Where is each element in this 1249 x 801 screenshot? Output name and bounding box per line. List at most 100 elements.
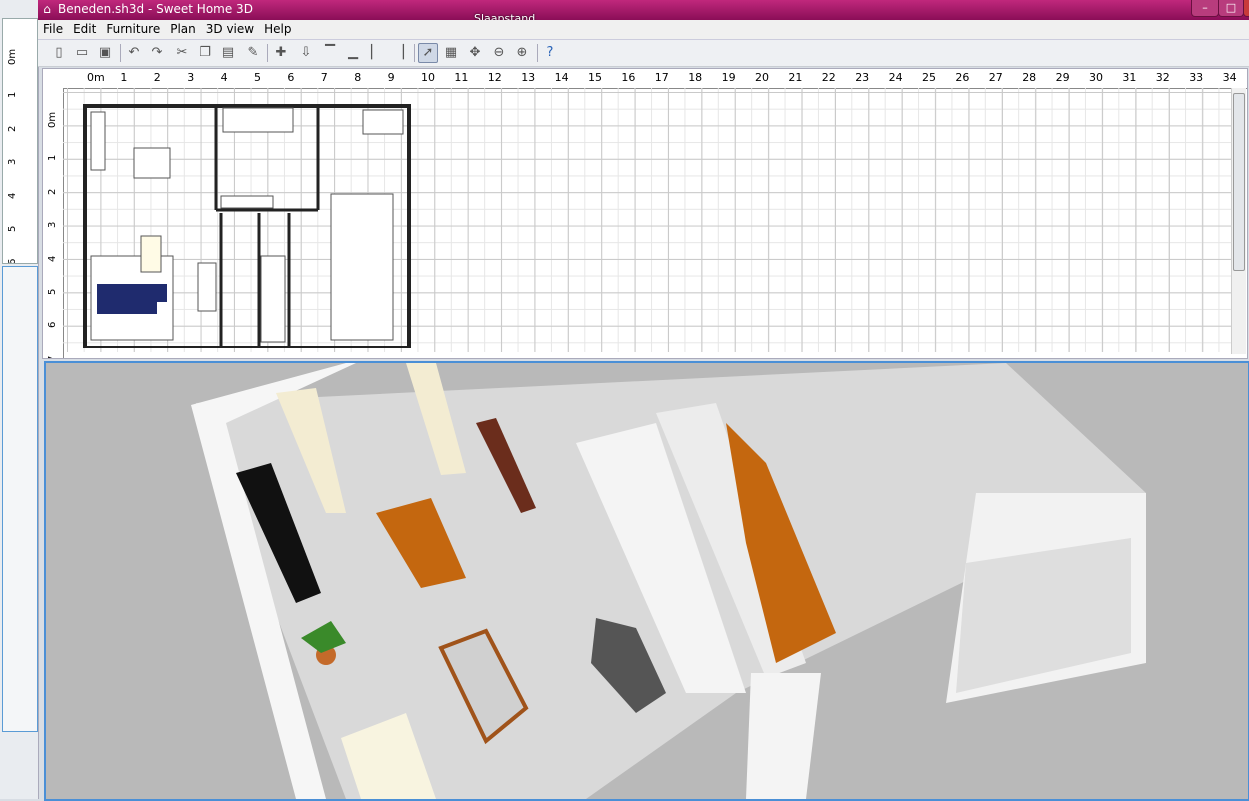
h-ruler-label: 14 xyxy=(554,71,569,84)
close-button[interactable]: ✕ xyxy=(1243,0,1249,17)
v-ruler-label: 6 xyxy=(47,322,58,329)
v-ruler-label: 7 xyxy=(47,355,58,359)
h-ruler-label: 32 xyxy=(1155,71,1170,84)
h-ruler-label: 33 xyxy=(1189,71,1204,84)
align-bottom-icon[interactable]: ▁ xyxy=(344,44,362,62)
align-left-icon[interactable]: ▏ xyxy=(367,44,385,62)
plan-grid[interactable] xyxy=(63,88,1231,352)
vertical-ruler: 0m 1 2 3 4 5 6 7 xyxy=(43,88,64,358)
title-bar[interactable]: ⌂ Beneden.sh3d - Sweet Home 3D Slaapstan… xyxy=(38,0,1249,25)
h-ruler-label: 7 xyxy=(320,71,328,84)
v-ruler-label: 4 xyxy=(47,255,58,262)
new-icon[interactable]: ▯ xyxy=(50,44,68,62)
plan-vertical-scrollbar[interactable] xyxy=(1231,88,1246,354)
h-ruler-label: 8 xyxy=(354,71,362,84)
h-ruler-label: 31 xyxy=(1122,71,1137,84)
h-ruler-label: 2 xyxy=(153,71,161,84)
h-ruler-label: 9 xyxy=(387,71,395,84)
undo-icon[interactable]: ↶ xyxy=(125,44,143,62)
zoom-in-icon[interactable]: ⊕ xyxy=(513,44,531,62)
3d-view[interactable] xyxy=(44,361,1249,801)
align-right-icon[interactable]: ▕ xyxy=(390,44,408,62)
h-ruler-label: 5 xyxy=(254,71,261,84)
app-icon[interactable]: ⌂ xyxy=(40,2,54,16)
menu-edit[interactable]: Edit xyxy=(68,20,101,36)
v-ruler-label: 2 xyxy=(47,188,58,195)
kitchen-counter-shape[interactable] xyxy=(220,195,274,209)
v-ruler-label: 5 xyxy=(47,288,58,295)
save-icon[interactable]: ▣ xyxy=(96,44,114,62)
pan-icon[interactable]: ✥ xyxy=(466,44,484,62)
minimize-button[interactable]: – xyxy=(1191,0,1219,17)
h-ruler-label: 12 xyxy=(487,71,502,84)
h-ruler-label: 0m xyxy=(87,71,105,84)
menu-file[interactable]: File xyxy=(38,20,68,36)
v-ruler-label: 3 xyxy=(47,221,58,229)
h-ruler-label: 6 xyxy=(287,71,295,84)
copy-icon[interactable]: ❐ xyxy=(196,44,214,62)
zoom-out-icon[interactable]: ⊖ xyxy=(490,44,508,62)
left-ruler-label: 1 xyxy=(7,92,18,99)
help-icon[interactable]: ? xyxy=(541,44,559,62)
plan-view[interactable]: 0m 1 2 3 4 5 6 7 8 9 10 11 12 13 14 15 16 17 18 19 20 21 22 23 2… xyxy=(42,68,1248,359)
maximize-button[interactable]: □ xyxy=(1218,0,1244,17)
toolbar-separator xyxy=(537,44,538,62)
h-ruler-label: 1 xyxy=(120,71,128,84)
h-ruler-label: 34 xyxy=(1222,71,1237,84)
select-mode-icon[interactable]: ➚ xyxy=(418,43,438,63)
kitchen-unit-shape[interactable] xyxy=(222,107,294,133)
h-ruler-label: 30 xyxy=(1089,71,1103,84)
h-ruler-label: 17 xyxy=(654,71,669,84)
v-ruler-label: 1 xyxy=(47,155,58,162)
menu-furniture[interactable]: Furniture xyxy=(101,20,165,36)
h-ruler-label: 26 xyxy=(955,71,970,84)
paste-icon[interactable]: ▤ xyxy=(219,44,237,62)
menu-plan[interactable]: Plan xyxy=(165,20,201,36)
left-ruler-label: 4 xyxy=(7,192,18,199)
scrollbar-thumb[interactable] xyxy=(1233,93,1245,271)
h-ruler-label: 4 xyxy=(220,71,228,84)
create-walls-icon[interactable]: ▦ xyxy=(442,44,460,62)
toolbar: ▯ ▭ ▣ ↶ ↷ ✂ ❐ ▤ ✎ ✚ ⇩ ▔ ▁ ▏ ▕ ➚ ▦ ✥ ⊖ ⊕ … xyxy=(38,40,1249,67)
menu-3d-view[interactable]: 3D view xyxy=(201,20,259,36)
pick-icon[interactable]: ✎ xyxy=(244,44,262,62)
sofa-shape[interactable] xyxy=(97,284,167,314)
coffee-table-shape[interactable] xyxy=(140,235,162,273)
dining-table-shape[interactable] xyxy=(133,147,171,179)
h-ruler-label: 13 xyxy=(521,71,536,84)
v-ruler-label: 0m xyxy=(47,111,58,128)
h-ruler-label: 22 xyxy=(821,71,836,84)
redo-icon[interactable]: ↷ xyxy=(148,44,166,62)
bed-shape[interactable] xyxy=(330,193,394,341)
left-vertical-ruler: 0m 1 2 3 4 5 6 xyxy=(2,18,38,264)
left-ruler-label: 0m xyxy=(7,48,18,65)
h-ruler-label: 18 xyxy=(688,71,703,84)
appliance-shape[interactable] xyxy=(362,109,404,135)
toolbar-separator xyxy=(267,44,268,62)
cabinet-shape[interactable] xyxy=(90,111,106,171)
h-ruler-label: 25 xyxy=(922,71,936,84)
import-furniture-icon[interactable]: ⇩ xyxy=(297,44,315,62)
h-ruler-label: 15 xyxy=(588,71,602,84)
stairs-shape[interactable] xyxy=(260,255,286,343)
h-ruler-label: 20 xyxy=(755,71,769,84)
cut-icon[interactable]: ✂ xyxy=(173,44,191,62)
window-title: Beneden.sh3d - Sweet Home 3D xyxy=(58,2,253,16)
horizontal-ruler: 0m 1 2 3 4 5 6 7 8 9 10 11 12 13 14 15 16 17 18 19 20 21 22 23 2… xyxy=(43,69,1247,89)
h-ruler-label: 11 xyxy=(454,71,469,84)
door xyxy=(746,673,821,799)
toolbar-separator xyxy=(120,44,121,62)
open-icon[interactable]: ▭ xyxy=(73,44,91,62)
add-furniture-icon[interactable]: ✚ xyxy=(272,44,290,62)
3d-scene[interactable] xyxy=(46,363,1248,799)
floor-plan-drawing[interactable] xyxy=(63,88,423,348)
h-ruler-label: 19 xyxy=(721,71,736,84)
menu-help[interactable]: Help xyxy=(259,20,296,36)
h-ruler-label: 10 xyxy=(421,71,435,84)
tv-stand-shape[interactable] xyxy=(197,262,217,312)
left-ruler-label: 2 xyxy=(7,125,18,132)
menu-bar: File Edit Furniture Plan 3D view Help xyxy=(38,20,1249,40)
align-top-icon[interactable]: ▔ xyxy=(321,44,339,62)
h-ruler-label: 21 xyxy=(788,71,803,84)
h-ruler-label: 3 xyxy=(187,71,195,84)
